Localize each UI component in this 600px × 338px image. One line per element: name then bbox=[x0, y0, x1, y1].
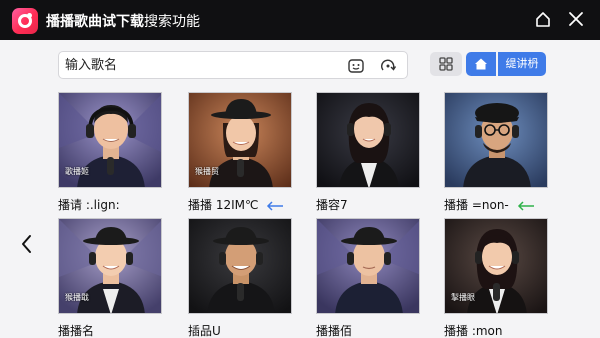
window-title-sub: 搜索功能 bbox=[144, 14, 200, 30]
song-title: 播容7 bbox=[316, 198, 348, 212]
window-title-main: 播播歌曲试下载 bbox=[46, 14, 144, 30]
grid-icon bbox=[439, 57, 453, 71]
song-title: 播播 =non- bbox=[444, 196, 536, 213]
thumbnail-label: 歌播姬 bbox=[65, 167, 89, 176]
song-title: 播播佰 bbox=[316, 324, 353, 338]
song-title: 插品U bbox=[188, 324, 221, 338]
song-title: 播请 :.lign: bbox=[58, 198, 120, 212]
thumbnail-label: 猴播贸 bbox=[195, 167, 219, 176]
chevron-left-icon[interactable] bbox=[18, 233, 36, 255]
voice-search-icon[interactable] bbox=[379, 57, 397, 75]
song-title: 播播 :mon bbox=[444, 324, 503, 338]
song-title: 播播名 bbox=[58, 324, 95, 338]
close-icon[interactable] bbox=[566, 9, 586, 29]
thumbnail-label: 掣播眼 bbox=[451, 293, 475, 302]
app-logo-icon bbox=[12, 8, 38, 34]
search-input[interactable] bbox=[65, 55, 335, 75]
song-thumbnail[interactable]: 猴播戢 bbox=[58, 218, 162, 314]
emoji-icon[interactable] bbox=[347, 57, 365, 75]
song-thumbnail[interactable]: 掣播眼 bbox=[444, 218, 548, 314]
tabs-button[interactable]: 缇讲枬 bbox=[498, 52, 546, 76]
link-arrow-icon[interactable] bbox=[516, 200, 536, 211]
song-title-text: 播播 =non- bbox=[444, 198, 509, 212]
house-icon bbox=[475, 58, 487, 70]
window-title: 播播歌曲试下载搜索功能 bbox=[46, 11, 200, 31]
home-view-button[interactable] bbox=[466, 52, 496, 76]
grid-view-button[interactable] bbox=[430, 52, 462, 76]
home-icon[interactable] bbox=[533, 9, 553, 29]
song-title-text: 播播 12IM℃ bbox=[188, 198, 259, 212]
title-bar: 播播歌曲试下载搜索功能 bbox=[0, 0, 600, 40]
song-thumbnail[interactable]: 歌播姬 bbox=[58, 92, 162, 188]
song-thumbnail[interactable] bbox=[444, 92, 548, 188]
song-thumbnail[interactable] bbox=[188, 218, 292, 314]
thumbnail-label: 猴播戢 bbox=[65, 293, 89, 302]
search-box bbox=[58, 51, 408, 79]
main-content: 缇讲枬 歌播姬 播请 :.lign: bbox=[0, 40, 600, 338]
song-thumbnail[interactable] bbox=[316, 218, 420, 314]
link-arrow-icon[interactable] bbox=[265, 200, 285, 211]
song-title: 播播 12IM℃ bbox=[188, 196, 285, 213]
song-thumbnail[interactable] bbox=[316, 92, 420, 188]
song-thumbnail[interactable]: 猴播贸 bbox=[188, 92, 292, 188]
